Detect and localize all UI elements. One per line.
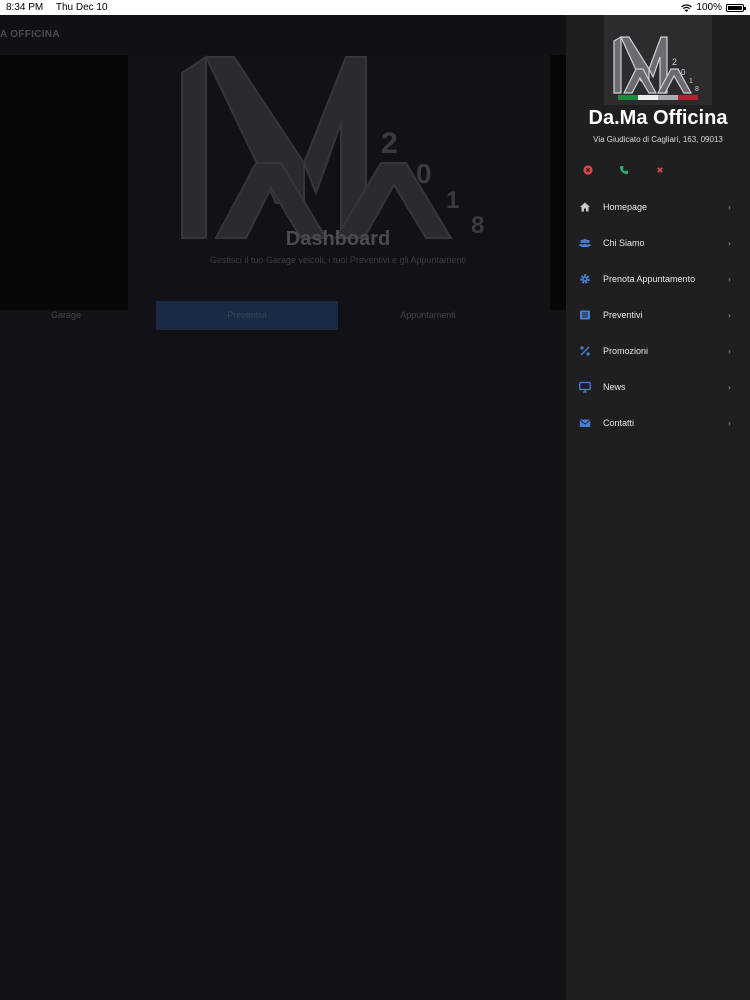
status-bar: 8:34 PM Thu Dec 10 100%	[0, 0, 750, 15]
envelope-icon	[579, 419, 591, 427]
status-time: 8:34 PM	[6, 2, 44, 13]
close-icon[interactable]	[652, 162, 668, 178]
menu-label: Prenota Appuntamento	[603, 274, 696, 284]
menu-item-contatti[interactable]: Contatti ›	[566, 405, 750, 441]
battery-icon	[726, 3, 746, 12]
menu-label: Chi Siamo	[603, 238, 645, 248]
dama-logo-small: 2 0 1 8	[613, 35, 699, 94]
dama-logo-large: 2 0 1 8	[181, 55, 484, 239]
logo-digit-1: 1	[446, 187, 459, 214]
chevron-right-icon: ›	[728, 310, 731, 320]
left-dark-panel	[0, 55, 128, 310]
app-header: A OFFICINA	[0, 15, 566, 55]
menu-item-promozioni[interactable]: Promozioni ›	[566, 333, 750, 369]
logo-digit-2: 2	[381, 127, 398, 160]
menu-label: Contatti	[603, 418, 635, 428]
small-logo-digit-8: 8	[695, 86, 699, 93]
menu-item-news[interactable]: News ›	[566, 369, 750, 405]
small-logo-digit-1: 1	[689, 78, 693, 85]
tab-preventivi[interactable]: Preventivi	[156, 301, 338, 330]
users-icon	[579, 239, 591, 247]
tab-appuntamenti[interactable]: Appuntamenti	[338, 301, 518, 330]
menu-label: Promozioni	[603, 346, 649, 356]
business-address: Via Giudicato di Cagliari, 163, 09013	[593, 135, 723, 144]
percent-icon	[580, 346, 590, 356]
menu-item-homepage[interactable]: Homepage ›	[566, 189, 750, 225]
quick-actions	[576, 162, 686, 178]
business-name: Da.Ma Officina	[588, 107, 728, 129]
menu-item-preventivi[interactable]: Preventivi ›	[566, 297, 750, 333]
monitor-icon	[579, 381, 591, 393]
list-icon	[580, 310, 590, 320]
menu-label: News	[603, 382, 626, 392]
status-right: 100%	[681, 0, 746, 15]
menu-item-chi-siamo[interactable]: Chi Siamo ›	[566, 225, 750, 261]
tab-garage[interactable]: Garage	[0, 301, 132, 330]
small-logo-digit-0: 0	[681, 68, 686, 77]
close-circle-icon[interactable]	[580, 162, 596, 178]
chevron-right-icon: ›	[728, 202, 731, 212]
menu-label: Homepage	[603, 202, 648, 212]
italian-flag-stripe	[618, 95, 698, 100]
logo-digit-0: 0	[416, 158, 432, 189]
gear-icon	[580, 274, 590, 284]
main-app[interactable]: A OFFICINA 2 0 1 8 Dashboard Gestisci il…	[0, 15, 566, 1000]
small-logo-digit-2: 2	[672, 57, 677, 67]
battery-percent: 100%	[696, 2, 722, 13]
right-dark-panel	[550, 55, 566, 310]
chevron-right-icon: ›	[728, 382, 731, 392]
phone-icon[interactable]	[616, 162, 632, 178]
app-title: A OFFICINA	[0, 29, 60, 40]
chevron-right-icon: ›	[728, 238, 731, 248]
chevron-right-icon: ›	[728, 346, 731, 356]
menu-label: Preventivi	[603, 310, 643, 320]
chevron-right-icon: ›	[728, 274, 731, 284]
dashboard-tabs: Garage Preventivi Appuntamenti	[0, 301, 566, 330]
status-left: 8:34 PM Thu Dec 10	[6, 0, 118, 15]
chevron-right-icon: ›	[728, 418, 731, 428]
menu-item-prenota-appuntamento[interactable]: Prenota Appuntamento ›	[566, 261, 750, 297]
home-icon	[580, 202, 590, 212]
status-date: Thu Dec 10	[55, 2, 108, 13]
side-drawer: 2 0 1 8 Da.Ma Officina Via Giudicato di …	[566, 15, 750, 1000]
wifi-icon	[681, 3, 693, 12]
